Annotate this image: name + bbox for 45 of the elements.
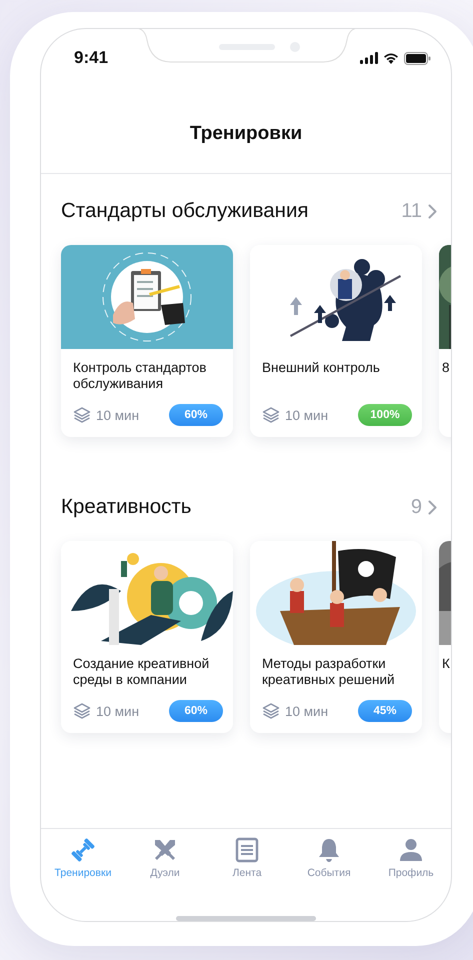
course-title: Внешний контроль (262, 360, 381, 377)
tab-bar-item[interactable]: Дуэли (129, 837, 201, 879)
course-title: Контроль стандартов обслуживания (73, 360, 208, 393)
tab-bar-item[interactable]: Лента (211, 837, 283, 879)
course-card[interactable]: Методы разработки креативных решений 10 мин 45% (250, 541, 422, 733)
course-card[interactable]: Внешний контроль 10 мин 100% (250, 245, 422, 437)
course-title: 8 (442, 360, 451, 377)
screen-title: Тренировки (190, 123, 302, 145)
section-title: Креативность (61, 495, 192, 519)
tab-bar-item[interactable]: События (293, 837, 365, 879)
layers-icon (73, 406, 91, 424)
course-card[interactable]: Создание креативной среды в компании 10 мин 60% (61, 541, 233, 733)
tab-bar-item[interactable]: Тренировки (47, 837, 119, 879)
layers-icon (73, 702, 91, 720)
chevron-icon (428, 500, 437, 514)
signal-icon (360, 52, 378, 64)
layers-icon (262, 702, 280, 720)
layers-icon (262, 406, 280, 424)
course-card[interactable]: Контроль стандартов обслуживания 10 мин 60% (61, 245, 233, 437)
tab-bar-item[interactable]: Профиль (375, 837, 447, 879)
bell-icon (316, 837, 342, 863)
progress-badge: 60% (169, 700, 223, 722)
duration-label: 10 мин (285, 704, 328, 718)
see-all-button[interactable]: 11 (401, 200, 437, 222)
document-icon (234, 837, 260, 863)
chevron-icon (428, 204, 437, 218)
course-title: Методы разработки креативных решений (262, 656, 396, 689)
progress-badge: 60% (169, 404, 223, 426)
status-time: 9:41 (74, 48, 108, 68)
progress-badge: 45% (358, 700, 412, 722)
wifi-icon (383, 52, 399, 64)
course-title: К (442, 656, 451, 673)
duration-label: 10 мин (285, 408, 328, 422)
see-all-button[interactable]: 9 (410, 496, 437, 518)
person-icon (398, 837, 424, 863)
battery-icon (404, 52, 431, 64)
crossed-swords-icon (152, 837, 178, 863)
course-title: Создание креативной среды в компании (73, 656, 210, 689)
course-card[interactable]: К (439, 541, 451, 733)
duration-label: 10 мин (96, 704, 140, 718)
section-title: Стандарты обслуживания (61, 199, 309, 223)
dumbbell-icon (70, 837, 96, 863)
progress-badge: 100% (358, 404, 412, 426)
course-card[interactable]: 8 (439, 245, 451, 437)
duration-label: 10 мин (96, 408, 140, 422)
